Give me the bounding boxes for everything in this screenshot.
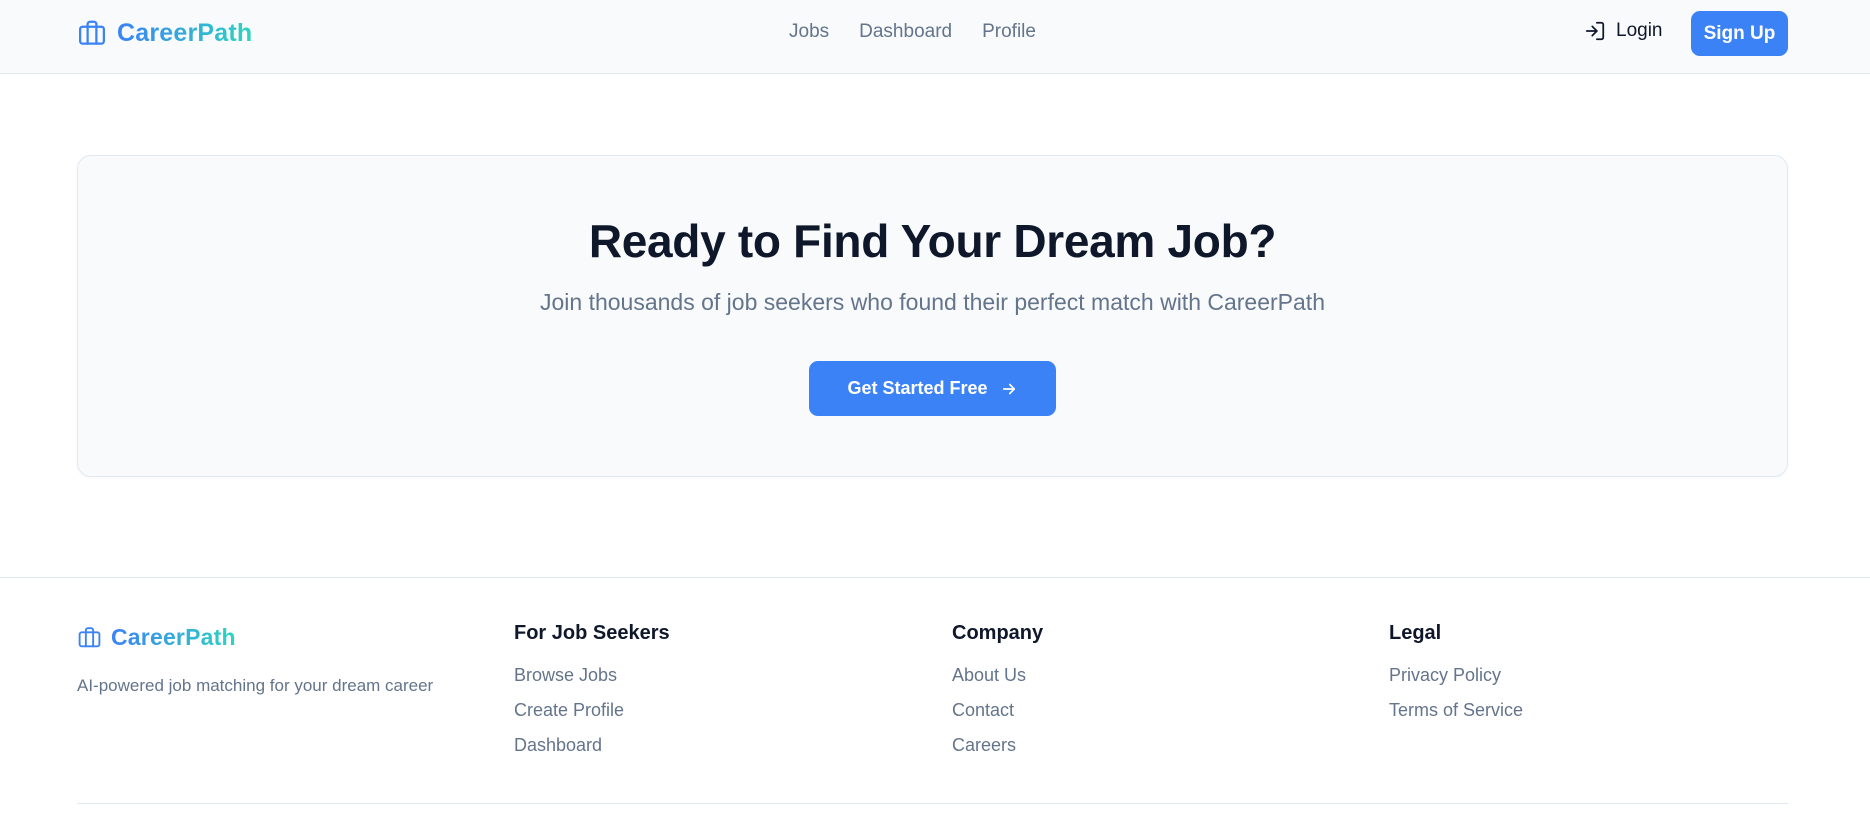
nav-link-dashboard[interactable]: Dashboard	[859, 21, 952, 43]
footer-link-dashboard[interactable]: Dashboard	[514, 735, 670, 770]
footer-column-title: Company	[952, 622, 1044, 644]
footer-column-legal: Legal Privacy Policy Terms of Service	[1389, 622, 1523, 735]
briefcase-icon	[78, 627, 101, 648]
top-navbar: CareerPath Jobs Dashboard Profile Login …	[0, 0, 1870, 74]
nav-link-profile[interactable]: Profile	[982, 21, 1036, 43]
footer-divider	[77, 803, 1788, 804]
footer-tagline: AI-powered job matching for your dream c…	[77, 676, 434, 695]
footer-column-job-seekers: For Job Seekers Browse Jobs Create Profi…	[514, 622, 670, 770]
footer-link-browse-jobs[interactable]: Browse Jobs	[514, 665, 670, 700]
site-footer: CareerPath AI-powered job matching for y…	[0, 577, 1870, 821]
arrow-right-icon	[1002, 383, 1015, 394]
footer-link-create-profile[interactable]: Create Profile	[514, 700, 670, 735]
login-label: Login	[1616, 20, 1663, 41]
footer-column-company: Company About Us Contact Careers	[952, 622, 1043, 770]
briefcase-icon	[79, 20, 105, 45]
get-started-button[interactable]: Get Started Free	[809, 361, 1056, 416]
hero-subtitle: Join thousands of job seekers who found …	[540, 289, 1325, 315]
brand-name: CareerPath	[117, 18, 253, 47]
footer-link-terms-of-service[interactable]: Terms of Service	[1389, 700, 1523, 735]
footer-link-careers[interactable]: Careers	[952, 735, 1043, 770]
footer-column-title: For Job Seekers	[514, 622, 670, 644]
login-icon	[1585, 21, 1605, 41]
footer-column-title: Legal	[1389, 622, 1442, 644]
brand-logo[interactable]: CareerPath	[77, 18, 252, 48]
hero-title: Ready to Find Your Dream Job?	[588, 215, 1277, 267]
footer-link-contact[interactable]: Contact	[952, 700, 1043, 735]
footer-link-privacy-policy[interactable]: Privacy Policy	[1389, 665, 1523, 700]
login-button[interactable]: Login	[1584, 20, 1663, 42]
get-started-label: Get Started Free	[847, 378, 988, 398]
nav-link-jobs[interactable]: Jobs	[789, 21, 829, 43]
cta-card: Ready to Find Your Dream Job? Join thous…	[77, 155, 1788, 477]
footer-brand[interactable]: CareerPath	[77, 624, 236, 651]
main-nav: Jobs Dashboard Profile	[789, 21, 1036, 43]
footer-brand-name: CareerPath	[111, 624, 236, 650]
footer-link-about-us[interactable]: About Us	[952, 665, 1043, 700]
signup-button[interactable]: Sign Up	[1691, 11, 1788, 56]
